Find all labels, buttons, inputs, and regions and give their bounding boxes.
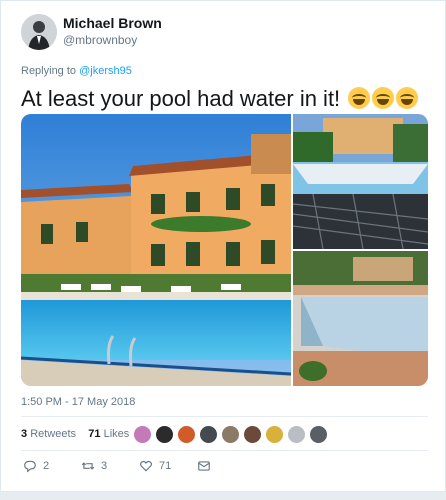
retweets-count: 3 — [21, 428, 28, 440]
avatar[interactable] — [155, 425, 174, 444]
author-handle[interactable]: @mbrownboy — [63, 33, 137, 47]
tweet-timestamp[interactable]: 1:50 PM - 17 May 2018 — [21, 396, 135, 408]
avatar[interactable] — [243, 425, 262, 444]
retweet-icon — [81, 462, 95, 470]
avatar[interactable] — [21, 14, 57, 50]
replying-to: Replying to @jkersh95 — [21, 65, 132, 77]
tweet-card: Michael Brown @mbrownboy Replying to @jk… — [0, 0, 446, 492]
replying-to-link[interactable]: @jkersh95 — [79, 65, 132, 77]
reply-icon — [24, 460, 36, 473]
avatar[interactable] — [287, 425, 306, 444]
laughing-emoji-icon — [372, 87, 395, 109]
retweet-count: 3 — [101, 460, 108, 472]
avatar[interactable] — [199, 425, 218, 444]
reply-count: 2 — [43, 460, 50, 472]
laughing-emoji-icon — [348, 87, 371, 109]
retweets-label: Retweets — [30, 428, 77, 440]
mail-icon — [198, 461, 210, 471]
photo-empty-pool-2[interactable] — [293, 251, 428, 386]
divider — [21, 450, 428, 451]
tweet-body: At least your pool had water in it! — [21, 86, 341, 111]
media-grid — [21, 114, 428, 386]
avatar[interactable] — [265, 425, 284, 444]
replying-prefix: Replying to — [21, 65, 80, 77]
reply-button[interactable]: 2 — [23, 459, 49, 473]
retweet-button[interactable]: 3 — [81, 459, 107, 473]
avatar[interactable] — [133, 425, 152, 444]
photo-empty-pool-1[interactable] — [293, 114, 428, 249]
likes-label: Likes — [103, 428, 130, 440]
avatar[interactable] — [221, 425, 240, 444]
divider — [21, 416, 428, 417]
direct-message-button[interactable] — [197, 459, 211, 473]
photo-hotel-pool[interactable] — [21, 114, 291, 386]
like-button[interactable]: 71 — [139, 459, 171, 473]
tweet-stats: 3 Retweets 71 Likes — [21, 428, 129, 440]
tweet-actions: 2 3 71 — [21, 459, 321, 479]
avatar[interactable] — [309, 425, 328, 444]
tweet-text: At least your pool had water in it! — [21, 86, 419, 112]
like-count: 71 — [159, 460, 172, 472]
likes-count: 71 — [88, 428, 101, 440]
laughing-emoji-icon — [396, 87, 419, 109]
author-name[interactable]: Michael Brown — [63, 15, 162, 31]
likes-stat[interactable]: 71 Likes — [88, 428, 129, 440]
avatar[interactable] — [177, 425, 196, 444]
heart-icon — [140, 460, 152, 472]
retweets-stat[interactable]: 3 Retweets — [21, 428, 76, 440]
